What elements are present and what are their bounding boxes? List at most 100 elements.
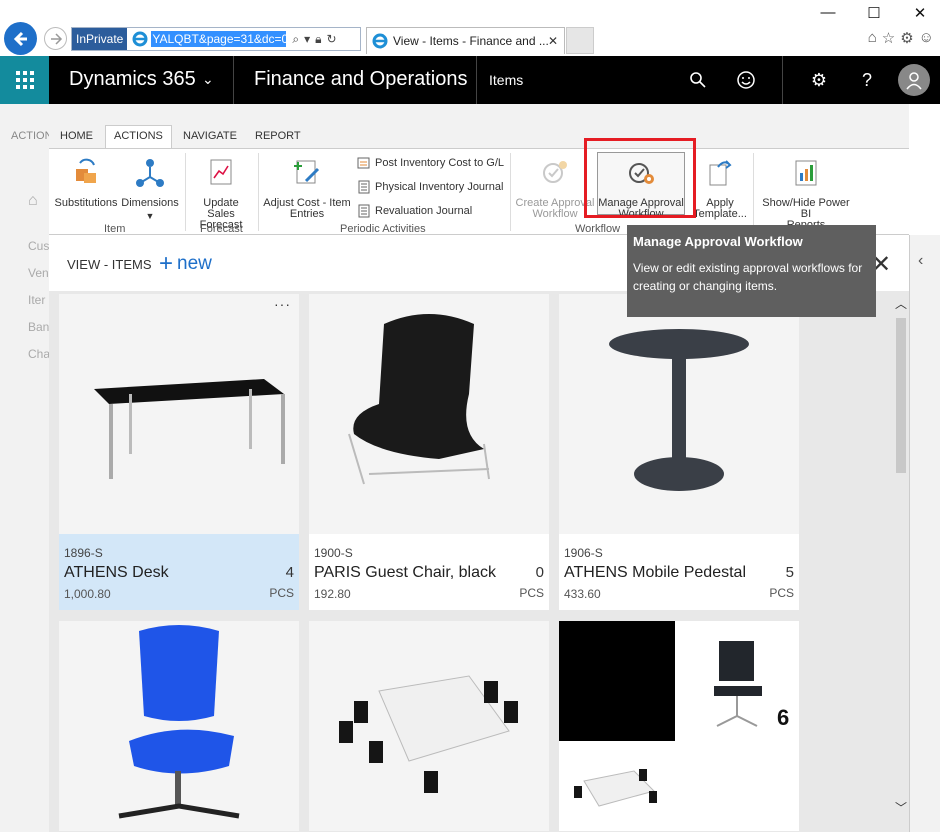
new-button[interactable]: + new — [159, 250, 212, 278]
address-bar[interactable]: InPrivate YALQBT&page=31&dc=0 ⌕ ▾ 🔒︎ ↻ — [71, 27, 361, 51]
product-image-blue-chair — [59, 621, 299, 831]
browser-tab[interactable]: View - Items - Finance and ... ✕ — [366, 27, 565, 54]
rail-item[interactable]: Ven — [28, 266, 49, 280]
scrollbar[interactable]: ︿ ﹀ — [893, 293, 909, 823]
group-periodic-label: Periodic Activities — [340, 223, 426, 235]
url-text[interactable]: YALQBT&page=31&dc=0 — [151, 31, 287, 47]
item-qty: 0 — [535, 564, 544, 581]
item-name: PARIS Guest Chair, black — [314, 564, 496, 581]
tooltip-body: View or edit existing approval workflows… — [633, 261, 863, 293]
rail-item[interactable]: Ban — [28, 320, 49, 334]
breadcrumb[interactable]: Items — [489, 72, 523, 88]
tab-actions[interactable]: ACTIONS — [105, 125, 172, 150]
item-card[interactable]: 1900-S PARIS Guest Chair, black 0 192.80… — [309, 294, 549, 610]
chevron-left-icon[interactable]: ‹ — [918, 252, 923, 270]
dimensions-button[interactable]: Dimensions ▼ — [119, 157, 181, 222]
item-name: ATHENS Desk — [64, 564, 169, 581]
dropdown-icon[interactable]: ▾ — [304, 32, 310, 47]
product-image-desk — [59, 294, 299, 534]
arrow-left-icon — [13, 31, 27, 46]
avatar[interactable] — [898, 64, 930, 96]
item-sku: 1900-S — [314, 546, 353, 560]
arrow-right-icon — [50, 32, 62, 45]
item-card[interactable]: 6 — [559, 621, 799, 831]
substitutions-icon — [76, 158, 96, 183]
smiley-icon[interactable]: ☺ — [919, 29, 934, 47]
maximize-icon[interactable]: ☐ — [864, 4, 884, 22]
tab-title: View - Items - Finance and ... — [393, 34, 548, 48]
post-inventory-cost-button[interactable]: Post Inventory Cost to G/L — [357, 156, 504, 170]
right-rail — [909, 235, 940, 832]
item-card[interactable] — [59, 621, 299, 831]
refresh-icon[interactable]: ↻ — [327, 32, 337, 47]
item-qty: 5 — [785, 564, 794, 581]
item-card[interactable]: 1906-S ATHENS Mobile Pedestal 5 433.60 P… — [559, 294, 799, 610]
search-icon[interactable]: ⌕ — [292, 32, 299, 47]
gear-icon[interactable]: ⚙ — [807, 68, 831, 92]
forward-button[interactable] — [44, 27, 67, 50]
plus-icon: + — [159, 250, 174, 277]
group-workflow-label: Workflow — [575, 223, 621, 235]
item-unit: PCS — [269, 586, 294, 600]
minimize-icon[interactable]: — — [818, 4, 838, 22]
powerbi-report-icon — [795, 160, 817, 186]
app-launcher-button[interactable] — [0, 56, 49, 104]
product-image-pedestal — [559, 294, 799, 534]
post-cost-icon — [357, 157, 370, 169]
scroll-thumb[interactable] — [896, 318, 906, 473]
adjust-cost-button[interactable]: Adjust Cost - Item Entries — [262, 157, 352, 220]
group-item-label: Item — [104, 223, 126, 235]
chevron-up-icon[interactable]: ︿ — [895, 295, 907, 312]
tab-report[interactable]: REPORT — [255, 130, 301, 142]
more-options-icon[interactable]: ··· — [274, 296, 291, 312]
image-count-badge: 6 — [777, 705, 790, 730]
apply-template-button[interactable]: Apply Template... — [689, 157, 751, 220]
help-icon[interactable]: ? — [855, 68, 879, 92]
product-image-chair — [309, 294, 549, 534]
physical-inventory-journal-button[interactable]: Physical Inventory Journal — [357, 180, 503, 194]
revaluation-journal-button[interactable]: Revaluation Journal — [357, 204, 472, 218]
substitutions-button[interactable]: Substitutions — [54, 157, 118, 209]
item-card[interactable] — [309, 621, 549, 831]
settings-icon[interactable]: ⚙ — [900, 29, 913, 47]
show-hide-powerbi-button[interactable]: Show/Hide Power BI Reports — [756, 157, 856, 231]
feedback-smiley-icon[interactable] — [734, 68, 758, 92]
chevron-down-icon[interactable]: ⌄ — [202, 71, 214, 88]
item-price: 1,000.80 — [64, 587, 111, 601]
rail-actions-label: ACTION — [11, 130, 53, 142]
brand-name[interactable]: Dynamics 365 — [69, 68, 196, 91]
ie-logo-icon — [372, 33, 388, 49]
item-card[interactable]: ··· 1896-S ATHENS Desk 4 1,000.80 PCS — [59, 294, 299, 610]
favorites-icon[interactable]: ☆ — [882, 29, 895, 47]
chevron-down-icon[interactable]: ﹀ — [895, 799, 907, 816]
new-tab-button[interactable] — [566, 27, 594, 54]
app-header: Dynamics 365 ⌄ Finance and Operations It… — [0, 56, 940, 104]
journal-icon — [358, 180, 370, 194]
rail-item[interactable]: Cha — [28, 347, 50, 361]
search-icon[interactable] — [686, 68, 710, 92]
product-image-collage — [559, 621, 799, 831]
back-button[interactable] — [4, 22, 37, 55]
chevron-down-icon: ▼ — [145, 211, 155, 221]
item-unit: PCS — [769, 586, 794, 600]
tab-navigate[interactable]: NAVIGATE — [183, 130, 237, 142]
rail-item[interactable]: Iter — [28, 293, 45, 307]
item-unit: PCS — [519, 586, 544, 600]
rail-item[interactable]: Cus — [28, 239, 49, 253]
home-icon[interactable]: ⌂ — [28, 192, 38, 210]
close-tab-icon[interactable]: ✕ — [548, 34, 558, 48]
ribbon-tabs: HOME ACTIONS NAVIGATE REPORT — [49, 104, 909, 150]
inprivate-badge: InPrivate — [72, 28, 128, 50]
lock-icon[interactable]: 🔒︎ — [315, 32, 321, 47]
ie-logo-icon — [132, 31, 148, 47]
update-sales-forecast-button[interactable]: Update Sales Forecast — [188, 157, 254, 231]
item-qty: 4 — [285, 564, 294, 581]
forecast-chart-icon — [210, 159, 232, 185]
home-icon[interactable]: ⌂ — [868, 29, 877, 47]
workflow-create-icon — [543, 161, 567, 183]
item-sku: 1896-S — [64, 546, 103, 560]
tab-home[interactable]: HOME — [60, 130, 93, 142]
journal-icon — [358, 204, 370, 218]
close-window-icon[interactable]: ✕ — [910, 4, 930, 22]
ribbon: Substitutions Dimensions ▼ Item Update S… — [49, 148, 909, 235]
